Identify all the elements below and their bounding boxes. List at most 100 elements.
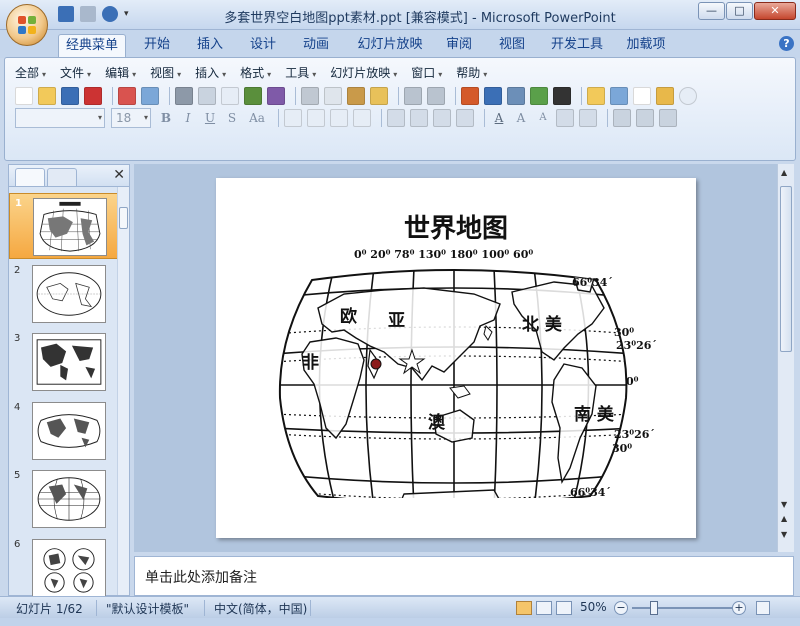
color-grayscale-icon[interactable]: [553, 87, 571, 105]
menu-file[interactable]: 文件 ▾: [60, 64, 91, 81]
cut-icon[interactable]: [301, 87, 319, 105]
underline-button[interactable]: U: [201, 109, 219, 127]
slideshow-view-icon[interactable]: [556, 601, 572, 615]
font-color-button[interactable]: A: [490, 109, 508, 127]
insert-table-icon[interactable]: [484, 87, 502, 105]
columns-icon[interactable]: [387, 109, 405, 127]
menu-view[interactable]: 视图 ▾: [150, 64, 181, 81]
notes-pane[interactable]: 单击此处添加备注: [134, 556, 794, 596]
new-icon[interactable]: [15, 87, 33, 105]
menu-format[interactable]: 格式 ▾: [240, 64, 271, 81]
layout-icon[interactable]: [221, 87, 239, 105]
paste-icon[interactable]: [347, 87, 365, 105]
open-icon[interactable]: [38, 87, 56, 105]
justify-icon[interactable]: [353, 109, 371, 127]
insert-picture-icon[interactable]: [507, 87, 525, 105]
arrange-icon[interactable]: [636, 109, 654, 127]
new-slide-icon[interactable]: [587, 87, 605, 105]
folder-icon[interactable]: [656, 87, 674, 105]
research-icon[interactable]: [267, 87, 285, 105]
menu-edit[interactable]: 编辑 ▾: [105, 64, 136, 81]
slide-thumbnail-2[interactable]: 2: [9, 261, 119, 327]
previous-slide-icon[interactable]: ▲: [781, 514, 787, 523]
zoom-out-icon[interactable]: −: [614, 601, 628, 615]
minimize-button[interactable]: —: [698, 2, 725, 20]
normal-view-icon[interactable]: [516, 601, 532, 615]
slide-thumbnail-3[interactable]: 3: [9, 329, 119, 395]
zoom-in-icon[interactable]: +: [732, 601, 746, 615]
tab-slides[interactable]: [15, 168, 45, 186]
font-name-combo[interactable]: ▾: [15, 108, 105, 128]
office-button[interactable]: [6, 4, 48, 46]
slide-thumbnail-6[interactable]: 6: [9, 535, 119, 601]
zoom-search-icon[interactable]: [679, 87, 697, 105]
notes-placeholder[interactable]: 单击此处添加备注: [145, 567, 257, 587]
tab-view[interactable]: 视图: [490, 34, 534, 58]
insert-clipart-icon[interactable]: [530, 87, 548, 105]
slide-title[interactable]: 世界地图: [216, 208, 696, 245]
slide-layout-icon[interactable]: [610, 87, 628, 105]
font-size-combo[interactable]: 18 ▾: [111, 108, 151, 128]
tab-insert[interactable]: 插入: [188, 34, 232, 58]
zoom-level[interactable]: 50%: [580, 600, 607, 614]
bullets-icon[interactable]: [456, 109, 474, 127]
email-icon[interactable]: [118, 87, 136, 105]
undo-icon[interactable]: [404, 87, 422, 105]
italic-button[interactable]: I: [179, 109, 197, 127]
slide-canvas[interactable]: 世界地图 0⁰ 20⁰ 78⁰ 130⁰ 180⁰ 100⁰ 60⁰ 欧 亚 非…: [216, 178, 696, 538]
menu-all[interactable]: 全部 ▾: [15, 64, 46, 81]
scroll-down-icon[interactable]: ▼: [781, 500, 787, 509]
textbox-icon[interactable]: [633, 87, 651, 105]
permission-icon[interactable]: [84, 87, 102, 105]
slide-thumbnail-4[interactable]: 4: [9, 398, 119, 464]
zoom-slider[interactable]: [632, 601, 732, 615]
shadow-button[interactable]: S: [223, 109, 241, 127]
decrease-indent-icon[interactable]: [556, 109, 574, 127]
tab-review[interactable]: 审阅: [437, 34, 481, 58]
fit-to-window-icon[interactable]: [756, 601, 770, 615]
menu-help[interactable]: 帮助 ▾: [456, 64, 487, 81]
maximize-button[interactable]: □: [726, 2, 753, 20]
slide-thumbnail-5[interactable]: 5: [9, 466, 119, 532]
shrink-font-button[interactable]: A: [534, 109, 552, 127]
tab-slideshow[interactable]: 幻灯片放映: [350, 34, 430, 58]
close-button[interactable]: ✕: [754, 2, 796, 20]
zoom-slider-thumb[interactable]: [650, 601, 658, 615]
shapes-icon[interactable]: [613, 109, 631, 127]
quick-styles-icon[interactable]: [659, 109, 677, 127]
text-direction-icon[interactable]: [410, 109, 428, 127]
grow-font-button[interactable]: A: [512, 109, 530, 127]
redo-icon[interactable]: [427, 87, 445, 105]
print-preview-icon[interactable]: [198, 87, 216, 105]
change-case-button[interactable]: Aa: [245, 109, 269, 127]
tab-home[interactable]: 开始: [135, 34, 179, 58]
insert-chart-icon[interactable]: [461, 87, 479, 105]
increase-indent-icon[interactable]: [579, 109, 597, 127]
close-panel-icon[interactable]: ✕: [113, 167, 125, 183]
help-icon[interactable]: ?: [779, 36, 794, 51]
scroll-thumb[interactable]: [780, 186, 792, 352]
tab-outline[interactable]: [47, 168, 77, 186]
format-painter-icon[interactable]: [370, 87, 388, 105]
align-center-icon[interactable]: [307, 109, 325, 127]
tab-classic-menu[interactable]: 经典菜单: [58, 34, 126, 58]
bold-button[interactable]: B: [157, 109, 175, 127]
slide-sorter-icon[interactable]: [536, 601, 552, 615]
language-indicator[interactable]: 中文(简体，中国): [214, 600, 307, 617]
menu-insert[interactable]: 插入 ▾: [195, 64, 226, 81]
save-icon[interactable]: [61, 87, 79, 105]
slide-scrollbar[interactable]: ▲ ▼ ▲ ▼: [777, 164, 794, 552]
publish-icon[interactable]: [141, 87, 159, 105]
tab-design[interactable]: 设计: [241, 34, 285, 58]
print-icon[interactable]: [175, 87, 193, 105]
slide-thumbnail-1[interactable]: 1: [9, 193, 119, 259]
scroll-up-icon[interactable]: ▲: [781, 168, 787, 177]
align-right-icon[interactable]: [330, 109, 348, 127]
next-slide-icon[interactable]: ▼: [781, 530, 787, 539]
menu-window[interactable]: 窗口 ▾: [411, 64, 442, 81]
slides-panel-scrollbar[interactable]: [117, 187, 129, 595]
spelling-icon[interactable]: [244, 87, 262, 105]
tab-animation[interactable]: 动画: [294, 34, 338, 58]
align-left-icon[interactable]: [284, 109, 302, 127]
copy-icon[interactable]: [324, 87, 342, 105]
